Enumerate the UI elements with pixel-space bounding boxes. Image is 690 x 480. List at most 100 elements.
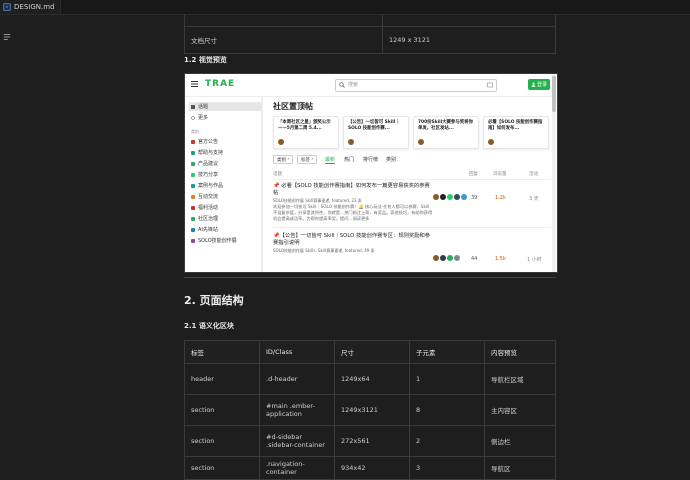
col-header: 内容预览 bbox=[484, 340, 556, 364]
topic-row: 📌【公告】一切皆可 Skill｜SOLO 技能创作赛专区：规则奖励和参赛指引说明… bbox=[273, 231, 551, 271]
table-row: section #d-sidebar .sidebar-container 27… bbox=[184, 425, 556, 457]
pinned-title: 社区置顶帖 bbox=[273, 102, 313, 111]
category-label: 社区治理 bbox=[198, 216, 219, 222]
topic-meta: SOLO技能创作展 Skills, Skill赛事速递, featured, 4… bbox=[273, 248, 375, 253]
topic-list-header: 话题 回复 浏览量 活动 bbox=[273, 169, 551, 180]
table-cell: 侧边栏 bbox=[484, 425, 556, 457]
category-label: AI先锋站 bbox=[198, 227, 218, 233]
topic-row: 📌 必看【SOLO 技能创作赛指南】如何发布一篇更容易获奖的参赛帖 SOLO技能… bbox=[273, 181, 551, 228]
category-label: 案例与作品 bbox=[198, 183, 224, 189]
pinned-card: 700份Skill大赛参与奖将你单发，社区发站... bbox=[413, 116, 479, 149]
sidebar-item-topics: 话题 bbox=[189, 102, 261, 111]
topic-title: 📌 必看【SOLO 技能创作赛指南】如何发布一篇更容易获奖的参赛帖 bbox=[273, 183, 430, 196]
avatar bbox=[454, 194, 460, 200]
info-table: 文档尺寸 1249 x 3121 bbox=[184, 14, 556, 54]
structure-table: 标签 ID/Class 尺寸 子元素 内容预览 header .d-header… bbox=[184, 340, 556, 480]
tab-design-md[interactable]: DESIGN.md bbox=[0, 0, 62, 14]
topic-avatars bbox=[433, 194, 467, 200]
avatar bbox=[454, 255, 460, 261]
table-cell bbox=[184, 14, 383, 27]
table-cell: .navigation-container bbox=[259, 456, 335, 480]
search-icon bbox=[339, 82, 345, 88]
table-cell: 934x42 bbox=[334, 456, 410, 480]
card-title: 700份Skill大赛参与奖将你单发，社区发站... bbox=[418, 120, 473, 131]
tab-hot: 热门 bbox=[344, 157, 355, 163]
heading-semantic-blocks: 2.1 语义化区块 bbox=[184, 322, 234, 330]
filter-icon bbox=[487, 82, 493, 88]
trae-logo: TRAE bbox=[205, 79, 236, 89]
table-cell: 1249x3121 bbox=[334, 394, 410, 426]
pinned-card: 必看【SOLO 技能创作赛指南】如何发布... bbox=[483, 116, 549, 149]
category-label: SOLO技能创作展 bbox=[198, 238, 237, 244]
table-row: section #main .ember-application 1249x31… bbox=[184, 394, 556, 426]
table-cell: 3 bbox=[409, 456, 485, 480]
topic-views: 1.2k bbox=[495, 195, 506, 201]
tag-dropdown: 标签 › bbox=[297, 155, 318, 164]
outline-list-icon[interactable] bbox=[3, 33, 11, 41]
category-label: 帮助与支持 bbox=[198, 150, 224, 156]
heading-page-structure: 2. 页面结构 bbox=[184, 294, 244, 307]
site-preview-screenshot: TRAE 搜索 登录 话题 更多 类别 官方公告帮助与支持产品建议技巧分享案例与… bbox=[184, 73, 558, 273]
sidebar-category-item: 社区治理 bbox=[189, 214, 261, 223]
sidebar-item-label: 话题 bbox=[198, 104, 209, 110]
col-views: 浏览量 bbox=[493, 172, 507, 177]
avatar bbox=[348, 139, 354, 145]
preview-sidebar: 话题 更多 类别 官方公告 帮助与支持 产品建议 技巧分享 案例与作品 互动交流 福利活动社… bbox=[185, 97, 263, 272]
avatar bbox=[488, 139, 494, 145]
category-label: 产品建议 bbox=[198, 161, 219, 167]
table-row bbox=[184, 14, 556, 27]
topic-activity: 3 天 bbox=[529, 196, 539, 202]
topic-replies: 44 bbox=[471, 256, 478, 262]
markdown-file-icon bbox=[3, 3, 11, 11]
sidebar-category-item: 官方公告 bbox=[189, 137, 261, 146]
editor-tab-bar: DESIGN.md bbox=[0, 0, 690, 15]
horizontal-rule bbox=[184, 277, 556, 278]
avatar bbox=[440, 255, 446, 261]
sidebar-category-item: 福利活动 bbox=[189, 203, 261, 212]
sidebar-category-item: 帮助与支持 bbox=[189, 148, 261, 157]
sidebar-item-more: 更多 bbox=[189, 113, 261, 122]
category-color-swatch bbox=[191, 227, 195, 232]
topic-replies: 39 bbox=[471, 195, 478, 201]
category-color-swatch bbox=[191, 139, 195, 144]
category-color-swatch bbox=[191, 161, 195, 166]
avatar bbox=[447, 255, 453, 261]
table-row: 文档尺寸 1249 x 3121 bbox=[184, 26, 556, 54]
table-cell: section bbox=[184, 425, 260, 457]
preview-nav: 类别 › 标签 › 最新 热门 排行榜 类别 bbox=[273, 154, 551, 166]
sidebar-item-label: 更多 bbox=[198, 115, 209, 121]
tab-categories: 类别 bbox=[386, 157, 397, 163]
preview-header: TRAE 搜索 登录 bbox=[185, 74, 557, 97]
hamburger-icon bbox=[191, 81, 198, 87]
preview-login-button: 登录 bbox=[528, 79, 550, 90]
category-color-swatch bbox=[191, 183, 195, 188]
sidebar-category-item: 产品建议 bbox=[189, 159, 261, 168]
table-cell: section bbox=[184, 394, 260, 426]
list-icon bbox=[191, 104, 195, 109]
category-color-swatch bbox=[191, 194, 195, 199]
sidebar-category-item: 案例与作品 bbox=[189, 181, 261, 190]
category-color-swatch bbox=[191, 172, 195, 177]
table-cell: 主内容区 bbox=[484, 394, 556, 426]
topic-activity: 1 小时 bbox=[527, 257, 542, 263]
sidebar-scrollbar bbox=[261, 97, 263, 272]
topic-title: 📌【公告】一切皆可 Skill｜SOLO 技能创作赛专区：规则奖励和参赛指引说明 bbox=[273, 233, 431, 246]
preview-scrollbar-thumb bbox=[552, 76, 556, 112]
topic-avatars bbox=[433, 255, 460, 261]
category-dropdown: 类别 › bbox=[273, 155, 294, 164]
tab-label: DESIGN.md bbox=[14, 3, 55, 11]
login-label: 登录 bbox=[536, 82, 547, 88]
table-cell: 导航栏区域 bbox=[484, 363, 556, 395]
pinned-card: 「本周社区之星」颁奖公示——5月第二周 5.4... bbox=[273, 116, 339, 149]
table-cell: 1249x64 bbox=[334, 363, 410, 395]
table-header-row: 标签 ID/Class 尺寸 子元素 内容预览 bbox=[184, 340, 556, 364]
avatar bbox=[418, 139, 424, 145]
table-cell: 1249 x 3121 bbox=[382, 26, 556, 54]
category-color-swatch bbox=[191, 238, 195, 243]
tab-latest: 最新 bbox=[325, 157, 336, 164]
sidebar-category-item: 技巧分享 bbox=[189, 170, 261, 179]
table-cell: #d-sidebar .sidebar-container bbox=[259, 425, 335, 457]
avatar bbox=[278, 139, 284, 145]
table-cell: 8 bbox=[409, 394, 485, 426]
table-cell: #main .ember-application bbox=[259, 394, 335, 426]
